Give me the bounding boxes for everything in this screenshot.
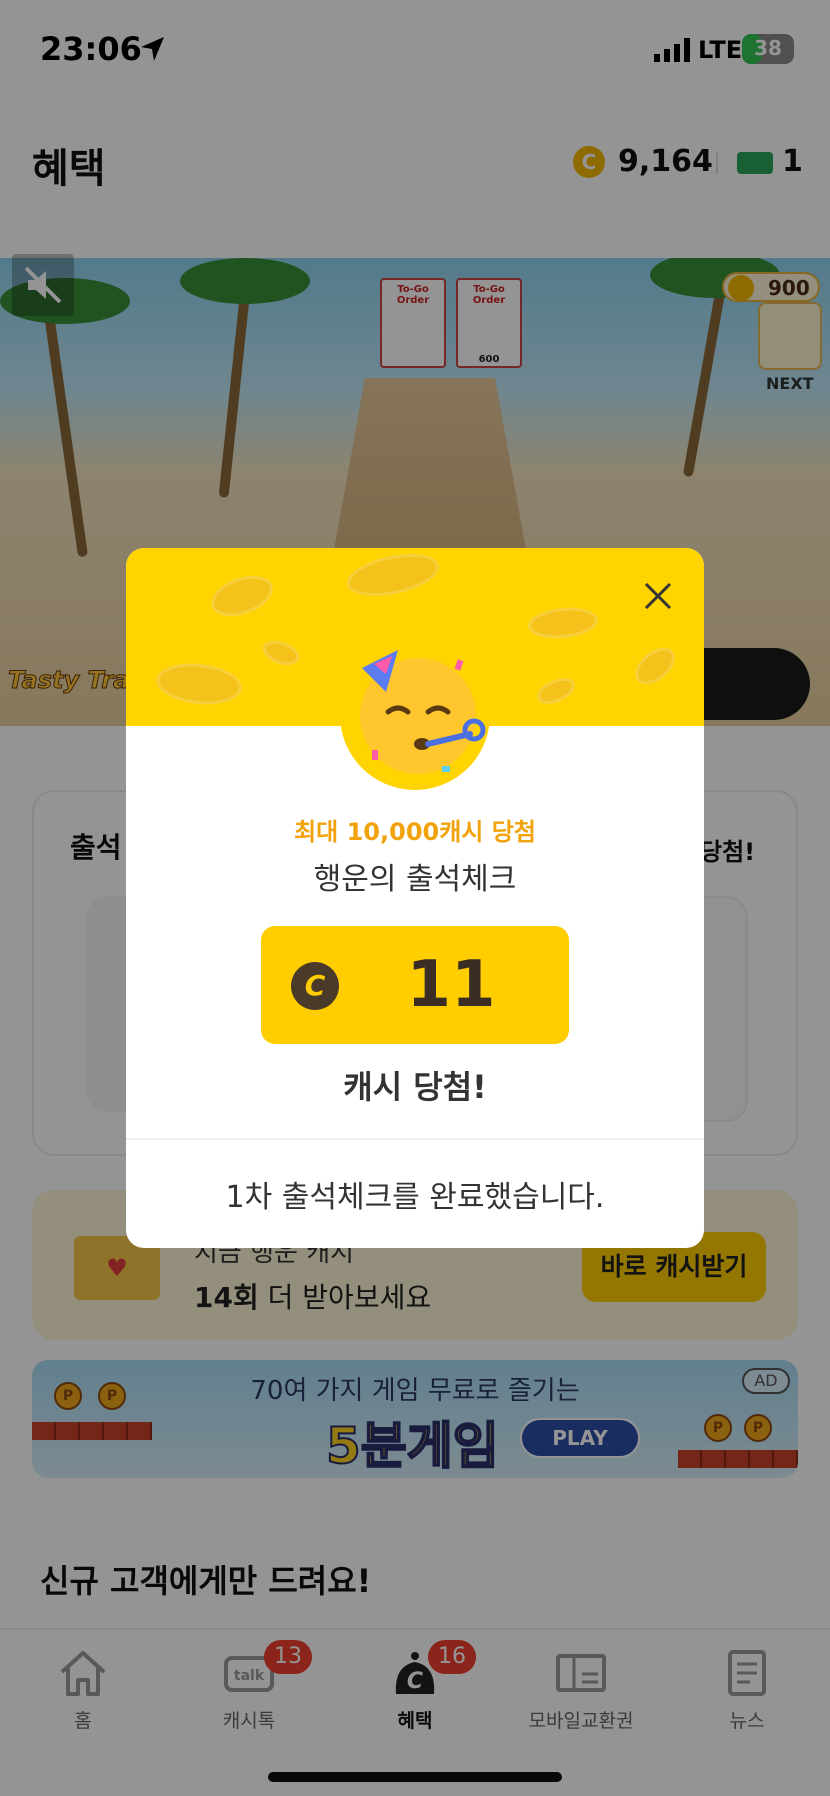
attendance-result-modal: 최대 10,000캐시 당첨 행운의 출석체크 C 11 캐시 당첨! 1차 출…	[126, 548, 704, 1248]
coin-decoration	[533, 672, 579, 710]
coin-decoration	[628, 640, 682, 692]
party-face-icon	[360, 650, 486, 774]
coin-decoration	[205, 568, 279, 624]
modal-divider	[126, 1138, 704, 1140]
close-icon[interactable]	[636, 574, 680, 618]
cash-amount: 11	[406, 948, 496, 1022]
cash-win-text: 캐시 당첨!	[343, 1068, 487, 1106]
modal-message: 1차 출석체크를 완료했습니다.	[225, 1180, 605, 1215]
coin-decoration	[259, 636, 303, 670]
coin-decoration	[154, 659, 244, 709]
cash-coin-icon: C	[291, 962, 339, 1010]
modal-title: 행운의 출석체크	[313, 862, 517, 897]
cash-reward-box: C 11	[261, 926, 569, 1044]
coin-decoration	[343, 548, 443, 604]
modal-subtitle: 최대 10,000캐시 당첨	[294, 818, 536, 846]
coin-decoration	[526, 604, 600, 642]
